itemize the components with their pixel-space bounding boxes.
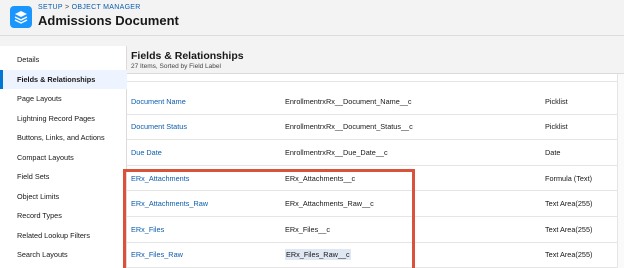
field-api-name: ERx_Files_Raw__c <box>285 243 351 268</box>
sidebar-item-record-types[interactable]: Record Types <box>0 206 127 225</box>
item-count: 27 Items, Sorted by Field Label <box>131 63 221 70</box>
table-row: Document Status EnrollmentrxRx__Document… <box>127 115 624 141</box>
scrollbar-track[interactable] <box>617 74 624 268</box>
breadcrumb-object-manager-link[interactable]: OBJECT MANAGER <box>72 4 141 11</box>
table-row: ERx_Attachments_Raw ERx_Attachments_Raw_… <box>127 191 624 217</box>
field-api-name: EnrollmentrxRx__Due_Date__c <box>285 147 388 157</box>
selected-text-highlight: ERx_Files_Raw__c <box>285 249 351 261</box>
field-data-type: Date <box>545 147 561 157</box>
sidebar-item-field-sets[interactable]: Field Sets <box>0 167 127 186</box>
table-row: Due Date EnrollmentrxRx__Due_Date__c Dat… <box>127 140 624 166</box>
breadcrumb-setup-link[interactable]: SETUP <box>38 4 63 11</box>
field-label-link[interactable]: ERx_Files_Raw <box>131 243 183 268</box>
sidebar-item-compact-layouts[interactable]: Compact Layouts <box>0 148 127 167</box>
table-row: ERx_Attachments ERx_Attachments__c Formu… <box>127 166 624 192</box>
sidebar-item-lightning-record-pages[interactable]: Lightning Record Pages <box>0 109 127 128</box>
field-api-name: ERx_Attachments__c <box>285 173 356 183</box>
sidebar-item-page-layouts[interactable]: Page Layouts <box>0 89 127 108</box>
sidebar-item-details[interactable]: Details <box>0 50 127 69</box>
field-data-type: Text Area(255) <box>545 250 593 260</box>
field-label-link[interactable]: ERx_Files <box>131 217 164 242</box>
field-data-type: Text Area(255) <box>545 199 593 209</box>
field-data-type: Picklist <box>545 96 568 106</box>
sidebar-nav: Details Fields & Relationships Page Layo… <box>0 46 127 268</box>
field-data-type: Text Area(255) <box>545 224 593 234</box>
field-data-type: Formula (Text) <box>545 173 593 183</box>
fields-panel-header: Fields & Relationships 27 Items, Sorted … <box>127 46 624 74</box>
field-label-link[interactable]: ERx_Attachments <box>131 166 189 191</box>
sidebar-item-object-limits[interactable]: Object Limits <box>0 187 127 206</box>
field-api-name: EnrollmentrxRx__Document_Name__c <box>285 96 412 106</box>
field-api-name: ERx_Attachments_Raw__c <box>285 199 374 209</box>
sidebar-item-search-layouts[interactable]: Search Layouts <box>0 245 127 264</box>
field-api-name: ERx_Files__c <box>285 224 331 234</box>
section-title: Fields & Relationships <box>131 50 244 62</box>
table-row-partial <box>127 74 624 82</box>
sidebar-item-buttons-links-actions[interactable]: Buttons, Links, and Actions <box>0 128 127 147</box>
field-label-link[interactable]: Document Status <box>131 115 187 140</box>
table-row: Document Name EnrollmentrxRx__Document_N… <box>127 89 624 115</box>
field-data-type: Picklist <box>545 122 568 132</box>
fields-panel: Fields & Relationships 27 Items, Sorted … <box>127 46 624 268</box>
field-label-link[interactable]: Document Name <box>131 89 186 114</box>
page-title: Admissions Document <box>38 13 179 28</box>
sidebar-item-related-lookup-filters[interactable]: Related Lookup Filters <box>0 226 127 245</box>
sidebar-item-fields-relationships[interactable]: Fields & Relationships <box>0 69 127 89</box>
field-label-link[interactable]: ERx_Attachments_Raw <box>131 191 208 216</box>
table-row: ERx_Files_Raw ERx_Files_Raw__c Text Area… <box>127 243 624 268</box>
layers-icon <box>10 6 32 28</box>
field-api-name: EnrollmentrxRx__Document_Status__c <box>285 122 413 132</box>
breadcrumb-separator: > <box>62 4 72 11</box>
breadcrumb: SETUP > OBJECT MANAGER <box>38 4 141 11</box>
page-header: SETUP > OBJECT MANAGER Admissions Docume… <box>0 0 624 36</box>
table-row: ERx_Files ERx_Files__c Text Area(255) <box>127 217 624 243</box>
field-label-link[interactable]: Due Date <box>131 140 162 165</box>
